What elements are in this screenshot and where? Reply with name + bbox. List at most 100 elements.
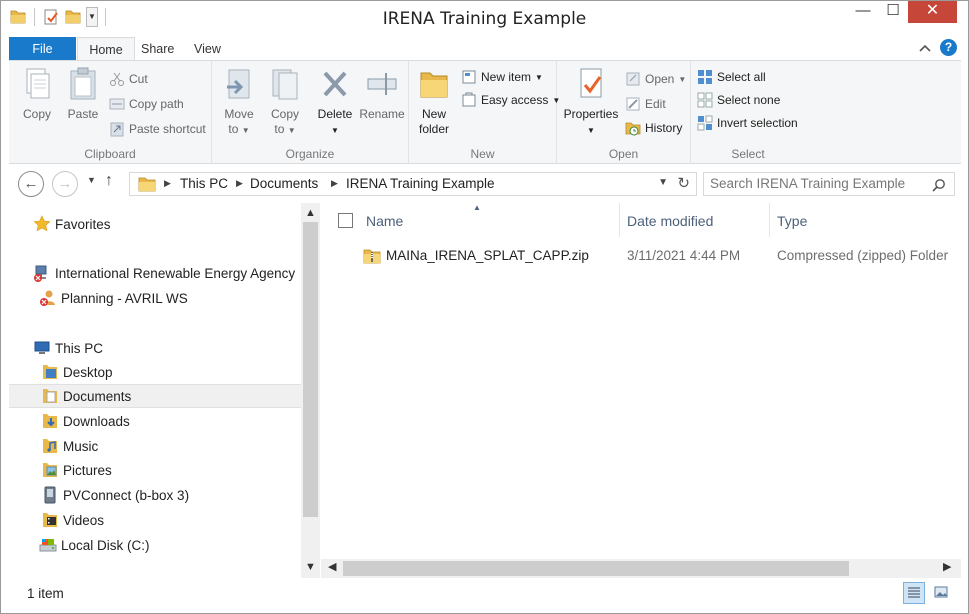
column-header-date-modified[interactable]: Date modified	[627, 213, 713, 229]
clipboard-group: Copy Paste Cut Copy path Paste shortcut …	[9, 61, 212, 164]
close-button[interactable]: ✕	[908, 1, 957, 23]
tab-file[interactable]: File	[9, 37, 76, 61]
delete-button[interactable]: Delete ▼	[312, 67, 358, 138]
star-icon	[33, 215, 51, 232]
recent-locations-dropdown-icon[interactable]: ▼	[87, 175, 96, 185]
search-box[interactable]: Search IRENA Training Example	[703, 172, 955, 196]
back-button[interactable]: ←	[18, 171, 44, 197]
navigation-pane-scrollbar[interactable]: ▲ ▼	[301, 203, 320, 578]
new-folder-icon	[420, 72, 448, 98]
scissors-icon	[110, 72, 124, 86]
nav-item-label: Pictures	[63, 462, 112, 478]
nav-item-label: Local Disk (C:)	[61, 537, 150, 553]
forward-button[interactable]: →	[52, 171, 78, 197]
nav-item-label: Favorites	[55, 216, 111, 232]
nav-item-local-disk-c[interactable]: Local Disk (C:)	[9, 533, 301, 557]
breadcrumb-separator-icon[interactable]: ▶	[236, 178, 243, 189]
copy-path-button[interactable]: Copy path	[109, 96, 184, 112]
scroll-down-arrow-icon[interactable]: ▼	[301, 561, 320, 573]
nav-item-documents[interactable]: Documents	[9, 384, 301, 408]
nav-item-music[interactable]: Music	[9, 434, 301, 458]
edit-icon	[626, 97, 640, 111]
chevron-down-icon: ▼	[241, 126, 250, 135]
easy-access-button[interactable]: Easy access ▼	[461, 92, 560, 108]
scrollbar-thumb[interactable]	[343, 561, 849, 576]
large-icons-view-button[interactable]	[931, 582, 953, 604]
breadcrumb-separator-icon[interactable]: ▶	[164, 178, 171, 189]
select-all-label: Select all	[717, 70, 766, 84]
nav-item-desktop[interactable]: Desktop	[9, 360, 301, 384]
details-view-button[interactable]	[903, 582, 925, 604]
select-group-label: Select	[731, 147, 765, 161]
select-all-button[interactable]: Select all	[697, 69, 766, 85]
help-icon[interactable]: ?	[940, 39, 957, 56]
column-divider[interactable]	[619, 203, 620, 237]
tab-view[interactable]: View	[184, 37, 231, 61]
history-button[interactable]: History	[625, 120, 682, 136]
paste-shortcut-label: Paste shortcut	[129, 122, 206, 136]
search-icon[interactable]	[932, 178, 946, 192]
select-none-button[interactable]: Select none	[697, 92, 780, 108]
nav-item-pvconnect-b-box-3[interactable]: PVConnect (b-box 3)	[9, 483, 301, 507]
easy-access-label: Easy access	[481, 93, 549, 107]
chevron-down-icon: ▼	[287, 126, 296, 135]
cut-label: Cut	[129, 72, 148, 86]
desktop-folder-icon	[43, 365, 57, 379]
column-header-name[interactable]: Name	[366, 213, 403, 229]
properties-button[interactable]: Properties ▼	[559, 67, 623, 138]
table-row[interactable]: MAINa_IRENA_SPLAT_CAPP.zip 3/11/2021 4:4…	[321, 243, 961, 269]
new-item-button[interactable]: New item ▼	[461, 69, 543, 85]
paste-button[interactable]: Paste	[61, 67, 105, 122]
tab-share[interactable]: Share	[131, 37, 184, 61]
rename-button[interactable]: Rename	[356, 67, 408, 122]
maximize-button[interactable]: ☐	[879, 1, 907, 23]
file-list-horizontal-scrollbar[interactable]: ◀ ▶	[321, 559, 961, 578]
nav-item-label: This PC	[55, 340, 104, 356]
videos-folder-icon	[43, 513, 57, 527]
chevron-down-icon: ▼	[587, 126, 595, 135]
scroll-left-arrow-icon[interactable]: ◀	[328, 560, 336, 573]
scroll-up-arrow-icon[interactable]: ▲	[301, 207, 320, 219]
breadcrumb-separator-icon[interactable]: ▶	[331, 178, 338, 189]
breadcrumb-documents[interactable]: Documents	[250, 176, 318, 191]
search-input[interactable]: Search IRENA Training Example	[710, 176, 905, 191]
up-arrow-icon[interactable]: ↑	[105, 172, 113, 190]
address-bar[interactable]: ▶ This PC ▶ Documents ▶ IRENA Training E…	[129, 172, 697, 196]
nav-item-international-renewable-energy-agency[interactable]: International Renewable Energy Agency	[9, 261, 301, 285]
nav-item-favorites[interactable]: Favorites	[9, 212, 301, 236]
edit-button[interactable]: Edit	[625, 96, 666, 112]
minimize-button[interactable]: —	[847, 1, 879, 23]
open-button[interactable]: Open ▼	[625, 71, 686, 87]
file-name[interactable]: MAINa_IRENA_SPLAT_CAPP.zip	[386, 248, 589, 263]
nav-item-label: PVConnect (b-box 3)	[63, 487, 190, 503]
nav-item-downloads[interactable]: Downloads	[9, 409, 301, 433]
select-all-checkbox[interactable]	[338, 213, 353, 228]
nav-item-videos[interactable]: Videos	[9, 508, 301, 532]
new-folder-button[interactable]: New folder	[411, 67, 457, 137]
tab-home[interactable]: Home	[77, 37, 135, 61]
paste-shortcut-button[interactable]: Paste shortcut	[109, 121, 206, 137]
scroll-right-arrow-icon[interactable]: ▶	[943, 560, 951, 573]
breadcrumb-current-folder[interactable]: IRENA Training Example	[346, 176, 495, 191]
move-to-button[interactable]: Move to ▼	[216, 67, 262, 138]
copy-path-label: Copy path	[129, 97, 184, 111]
nav-item-this-pc[interactable]: This PC	[9, 336, 301, 360]
scrollbar-thumb[interactable]	[303, 222, 318, 517]
column-divider[interactable]	[769, 203, 770, 237]
chevron-up-icon[interactable]	[918, 43, 932, 53]
copy-to-button[interactable]: Copy to ▼	[262, 67, 308, 138]
column-header-type[interactable]: Type	[777, 213, 807, 229]
refresh-icon[interactable]: ↻	[677, 174, 690, 192]
cut-button[interactable]: Cut	[109, 71, 148, 87]
nav-item-label: Documents	[63, 388, 132, 404]
address-history-dropdown-icon[interactable]: ▼	[658, 177, 668, 188]
nav-item-pictures[interactable]: Pictures	[9, 458, 301, 482]
new-folder-label-2: folder	[418, 122, 450, 136]
copy-button[interactable]: Copy	[15, 67, 59, 122]
nav-item-planning-avril-ws[interactable]: Planning - AVRIL WS	[9, 286, 301, 310]
new-item-label: New item	[481, 70, 532, 84]
window-title: IRENA Training Example	[382, 9, 587, 29]
breadcrumb-this-pc[interactable]: This PC	[180, 176, 228, 191]
copy-to-icon	[272, 69, 298, 100]
invert-selection-button[interactable]: Invert selection	[697, 115, 798, 131]
